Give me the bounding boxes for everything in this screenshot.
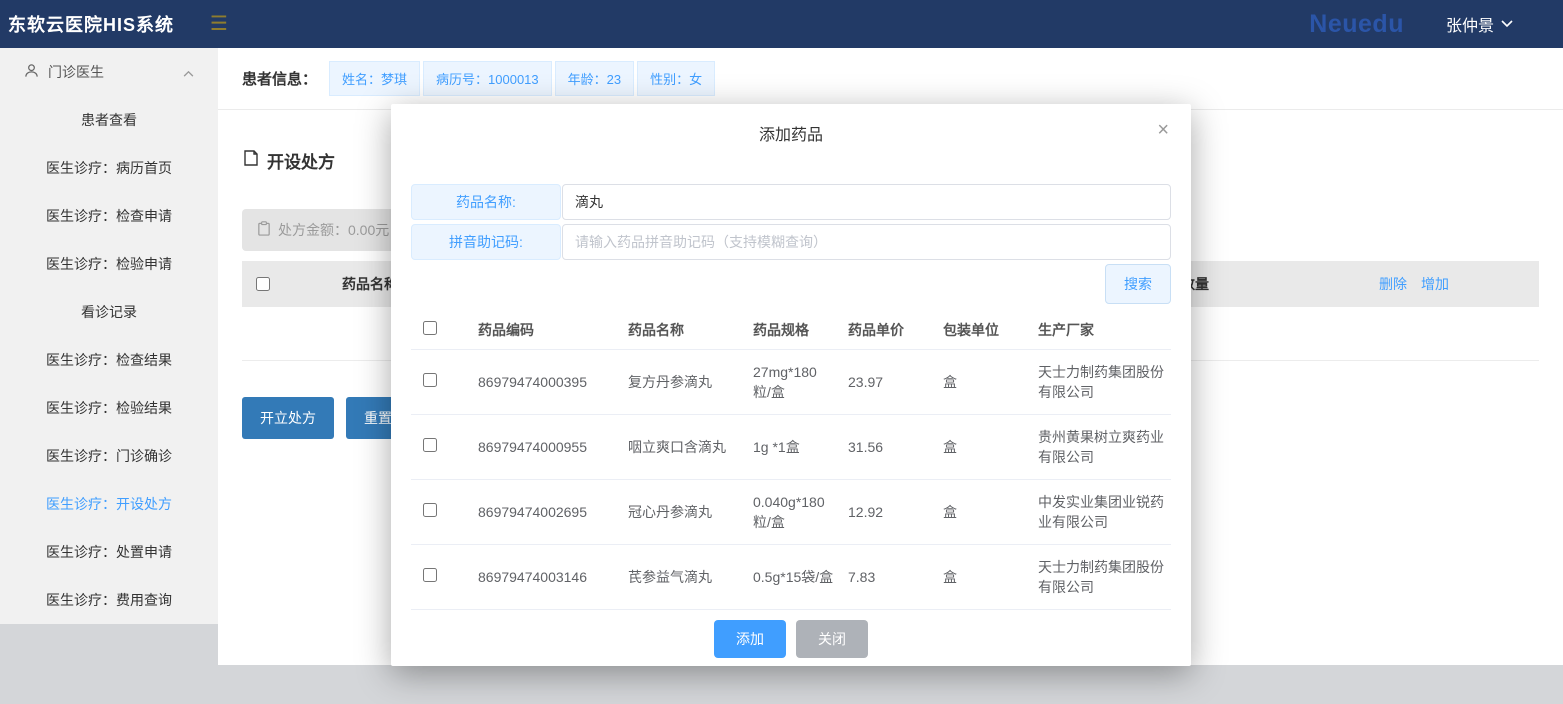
app-title: 东软云医院HIS系统	[8, 15, 175, 35]
chevron-up-icon	[183, 64, 194, 80]
drug-name-input[interactable]	[562, 184, 1171, 220]
select-all-drugs-checkbox[interactable]	[423, 321, 437, 335]
prescription-amount-text: 处方金额：0.00元	[278, 222, 390, 238]
delete-link[interactable]: 删除	[1379, 274, 1407, 294]
drug-unit: 盒	[943, 438, 957, 455]
drug-spec: 1g *1盒	[753, 438, 800, 455]
drug-row: 86979474000955 咽立爽口含滴丸 1g *1盒 31.56 盒 贵州…	[411, 415, 1171, 480]
add-button[interactable]: 添加	[714, 620, 786, 658]
drug-manufacturer: 天士力制药集团股份有限公司	[1038, 363, 1164, 400]
drug-row: 86979474000395 复方丹参滴丸 27mg*180粒/盒 23.97 …	[411, 350, 1171, 415]
sidebar-menu: 患者查看 医生诊疗：病历首页 医生诊疗：检查申请 医生诊疗：检验申请 看诊记录 …	[0, 96, 218, 624]
drug-unit: 盒	[943, 568, 957, 585]
patient-age-tag: 年龄：23	[554, 61, 635, 96]
sidebar-item-lab-results[interactable]: 医生诊疗：检验结果	[0, 384, 218, 432]
chevron-down-icon	[1501, 20, 1513, 28]
user-name: 张仲景	[1445, 18, 1494, 35]
drug-manufacturer: 天士力制药集团股份有限公司	[1038, 558, 1164, 595]
sidebar-item-exam-apply[interactable]: 医生诊疗：检查申请	[0, 192, 218, 240]
column-drug-name: 药品名称	[342, 276, 398, 292]
document-icon	[242, 149, 260, 172]
drug-row-checkbox[interactable]	[423, 372, 437, 387]
create-prescription-button[interactable]: 开立处方	[242, 397, 334, 439]
drug-search-form: 药品名称: 拼音助记码:	[391, 184, 1191, 260]
drug-name-row: 药品名称:	[411, 184, 1171, 220]
brand-logo: Neuedu	[1309, 9, 1404, 38]
patient-info-label: 患者信息：	[242, 71, 318, 88]
modal-footer: 添加 关闭	[391, 620, 1191, 658]
column-drug-spec: 药品规格	[753, 321, 809, 338]
drug-name: 芪参益气滴丸	[628, 568, 712, 585]
drug-name: 复方丹参滴丸	[628, 373, 712, 390]
column-drug-price: 药品单价	[848, 321, 904, 338]
drug-price: 12.92	[848, 503, 884, 520]
column-package-unit: 包装单位	[943, 321, 999, 338]
drug-table-header: 药品编码 药品名称 药品规格 药品单价 包装单位 生产厂家	[411, 310, 1171, 350]
drug-code: 86979474002695	[478, 503, 588, 520]
drug-price: 31.56	[848, 438, 884, 455]
pinyin-code-input[interactable]	[562, 224, 1171, 260]
clipboard-icon	[257, 221, 271, 239]
drug-price: 7.83	[848, 568, 876, 585]
drug-row: 86979474003146 芪参益气滴丸 0.5g*15袋/盒 7.83 盒 …	[411, 545, 1171, 610]
drug-name: 咽立爽口含滴丸	[628, 438, 726, 455]
drug-spec: 0.5g*15袋/盒	[753, 568, 834, 585]
add-link[interactable]: 增加	[1421, 274, 1449, 294]
drug-row-checkbox[interactable]	[423, 437, 437, 452]
drug-code: 86979474000955	[478, 438, 588, 455]
pinyin-code-row: 拼音助记码:	[411, 224, 1171, 260]
drug-spec: 27mg*180粒/盒	[753, 363, 817, 400]
drug-name-label: 药品名称:	[411, 184, 561, 220]
topbar-right: Neuedu 张仲景	[1309, 10, 1513, 39]
pinyin-code-label: 拼音助记码:	[411, 224, 561, 260]
sidebar: 门诊医生 患者查看 医生诊疗：病历首页 医生诊疗：检查申请 医生诊疗：检验申请 …	[0, 48, 218, 624]
patient-record-number-tag: 病历号：1000013	[423, 61, 552, 96]
drug-unit: 盒	[943, 373, 957, 390]
sidebar-item-visit-records[interactable]: 看诊记录	[0, 288, 218, 336]
sidebar-item-create-prescription[interactable]: 医生诊疗：开设处方	[0, 480, 218, 528]
drug-manufacturer: 贵州黄果树立爽药业有限公司	[1038, 428, 1164, 465]
drug-spec: 0.040g*180粒/盒	[753, 493, 825, 530]
page-title-text: 开设处方	[267, 153, 335, 172]
close-icon[interactable]: ×	[1157, 120, 1169, 140]
drug-unit: 盒	[943, 503, 957, 520]
sidebar-section-outpatient-doctor[interactable]: 门诊医生	[0, 48, 218, 96]
drug-code: 86979474003146	[478, 568, 588, 585]
drug-name: 冠心丹参滴丸	[628, 503, 712, 520]
sidebar-item-disposal-apply[interactable]: 医生诊疗：处置申请	[0, 528, 218, 576]
drug-price: 23.97	[848, 373, 884, 390]
patient-info-bar: 患者信息： 姓名：梦琪 病历号：1000013 年龄：23 性别：女	[218, 48, 1563, 110]
patient-name-tag: 姓名：梦琪	[329, 61, 421, 96]
search-row: 搜索	[391, 264, 1191, 304]
column-drug-code: 药品编码	[478, 321, 534, 338]
drug-row-checkbox[interactable]	[423, 502, 437, 517]
drug-results-table: 药品编码 药品名称 药品规格 药品单价 包装单位 生产厂家 8697947400…	[411, 310, 1171, 610]
prescription-amount-display: 处方金额：0.00元	[242, 209, 405, 251]
modal-header: 添加药品 ×	[391, 104, 1191, 162]
drug-row-checkbox[interactable]	[423, 567, 437, 582]
select-all-checkbox[interactable]	[256, 277, 270, 291]
column-drug-name: 药品名称	[628, 321, 684, 338]
sidebar-item-fee-inquiry[interactable]: 医生诊疗：费用查询	[0, 576, 218, 624]
sidebar-item-medical-record-home[interactable]: 医生诊疗：病历首页	[0, 144, 218, 192]
drug-manufacturer: 中发实业集团业锐药业有限公司	[1038, 493, 1164, 530]
column-manufacturer: 生产厂家	[1038, 321, 1094, 338]
close-button[interactable]: 关闭	[796, 620, 868, 658]
sidebar-item-outpatient-diagnosis[interactable]: 医生诊疗：门诊确诊	[0, 432, 218, 480]
sidebar-section-label: 门诊医生	[48, 64, 104, 80]
topbar: 东软云医院HIS系统 ☰ Neuedu 张仲景	[0, 0, 1563, 48]
drug-code: 86979474000395	[478, 373, 588, 390]
sidebar-item-exam-results[interactable]: 医生诊疗：检查结果	[0, 336, 218, 384]
add-drug-modal: 添加药品 × 药品名称: 拼音助记码: 搜索 药品编码 药品名称 药品规格 药品…	[391, 104, 1191, 666]
search-button[interactable]: 搜索	[1105, 264, 1171, 304]
hamburger-icon[interactable]: ☰	[210, 14, 228, 34]
sidebar-item-lab-apply[interactable]: 医生诊疗：检验申请	[0, 240, 218, 288]
user-menu[interactable]: 张仲景	[1446, 12, 1513, 36]
person-icon	[24, 63, 39, 81]
modal-title: 添加药品	[758, 127, 823, 144]
drug-row: 86979474002695 冠心丹参滴丸 0.040g*180粒/盒 12.9…	[411, 480, 1171, 545]
patient-gender-tag: 性别：女	[637, 61, 716, 96]
sidebar-item-patient-view[interactable]: 患者查看	[0, 96, 218, 144]
